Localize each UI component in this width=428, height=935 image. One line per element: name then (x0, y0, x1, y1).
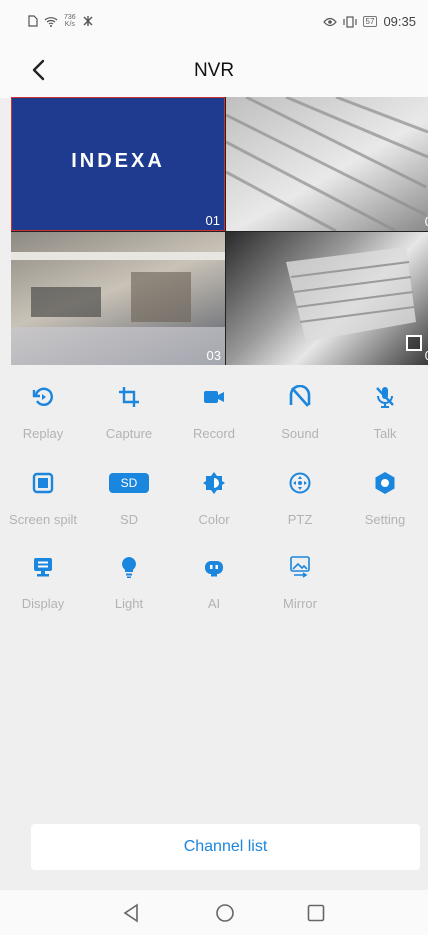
camera-grid: INDEXA 01 0 03 0 (11, 97, 428, 365)
camera-tile-2[interactable]: 0 (226, 97, 428, 231)
talk-label: Talk (373, 426, 397, 441)
replay-button[interactable]: Replay (0, 385, 86, 455)
sound-off-icon (289, 385, 311, 407)
setting-button[interactable]: Setting (342, 471, 428, 541)
replay-icon (32, 387, 53, 406)
status-left: 736 K/s (28, 14, 94, 28)
sound-label: Sound (281, 426, 319, 441)
record-label: Record (193, 426, 235, 441)
mirror-icon (290, 556, 310, 578)
robot-icon (205, 561, 223, 577)
square-icon (32, 472, 54, 494)
mirror-button[interactable]: Mirror (257, 555, 343, 625)
sound-button[interactable]: Sound (257, 385, 343, 455)
camera-tile-3[interactable]: 03 (11, 232, 225, 365)
page-title: NVR (193, 60, 235, 81)
capture-button[interactable]: Capture (86, 385, 172, 455)
display-label: Display (21, 596, 65, 611)
color-button[interactable]: Color (171, 471, 257, 541)
status-bar: 736 K/s 57 09:35 (0, 0, 428, 44)
nav-home-icon[interactable] (214, 902, 236, 924)
screen-split-label: Screen spilt (9, 512, 77, 527)
sd-card-icon: SD (109, 473, 149, 493)
light-button[interactable]: Light (86, 555, 172, 625)
net-speed: 736 K/s (64, 14, 76, 28)
mic-off-icon (376, 387, 394, 408)
camera-feed-image (11, 252, 225, 365)
channel-list-button[interactable]: Channel list (31, 824, 420, 870)
sim-icon (28, 15, 38, 27)
system-nav-bar (0, 890, 428, 935)
display-button[interactable]: Display (0, 555, 86, 625)
camera-tile-1[interactable]: INDEXA 01 (11, 97, 225, 231)
eye-icon (322, 17, 337, 26)
gear-icon (375, 472, 395, 494)
ptz-icon (289, 472, 311, 494)
app-header: NVR (0, 44, 428, 98)
vibrate-icon (342, 15, 357, 28)
mirror-label: Mirror (283, 596, 317, 611)
clock: 09:35 (383, 14, 416, 29)
talk-button[interactable]: Talk (342, 385, 428, 455)
battery-indicator: 57 (362, 16, 378, 27)
camera-feed-image (226, 97, 428, 231)
ptz-label: PTZ (287, 512, 313, 527)
net-speed-value: 736 (64, 14, 76, 21)
wifi-icon (44, 16, 58, 27)
replay-label: Replay (22, 426, 64, 441)
color-label: Color (198, 512, 230, 527)
light-label: Light (114, 596, 144, 611)
ptz-button[interactable]: PTZ (257, 471, 343, 541)
nav-back-icon[interactable] (120, 902, 142, 924)
record-button[interactable]: Record (171, 385, 257, 455)
fullscreen-icon[interactable] (406, 335, 422, 351)
display-icon (34, 558, 52, 577)
bulb-icon (122, 557, 136, 578)
channel-number: 01 (205, 213, 220, 228)
channel-number: 03 (206, 348, 221, 363)
ai-label: AI (207, 596, 221, 611)
ai-button[interactable]: AI (171, 555, 257, 625)
setting-label: Setting (364, 512, 406, 527)
camera-feed-image (286, 247, 416, 342)
sd-button[interactable]: SD SD (86, 471, 172, 541)
brightness-icon (203, 472, 225, 494)
video-camera-icon (204, 391, 224, 403)
net-speed-unit: K/s (64, 21, 75, 28)
screen-split-button[interactable]: Screen spilt (0, 471, 86, 541)
notification-icon (83, 16, 93, 26)
crop-icon (119, 387, 139, 407)
capture-label: Capture (105, 426, 153, 441)
status-right: 57 09:35 (322, 14, 416, 29)
camera-tile-4[interactable]: 0 (226, 232, 428, 365)
nav-recents-icon[interactable] (305, 902, 327, 924)
brand-logo: INDEXA (71, 150, 165, 172)
sd-badge-text: SD (120, 476, 138, 490)
sd-label: SD (119, 512, 139, 527)
